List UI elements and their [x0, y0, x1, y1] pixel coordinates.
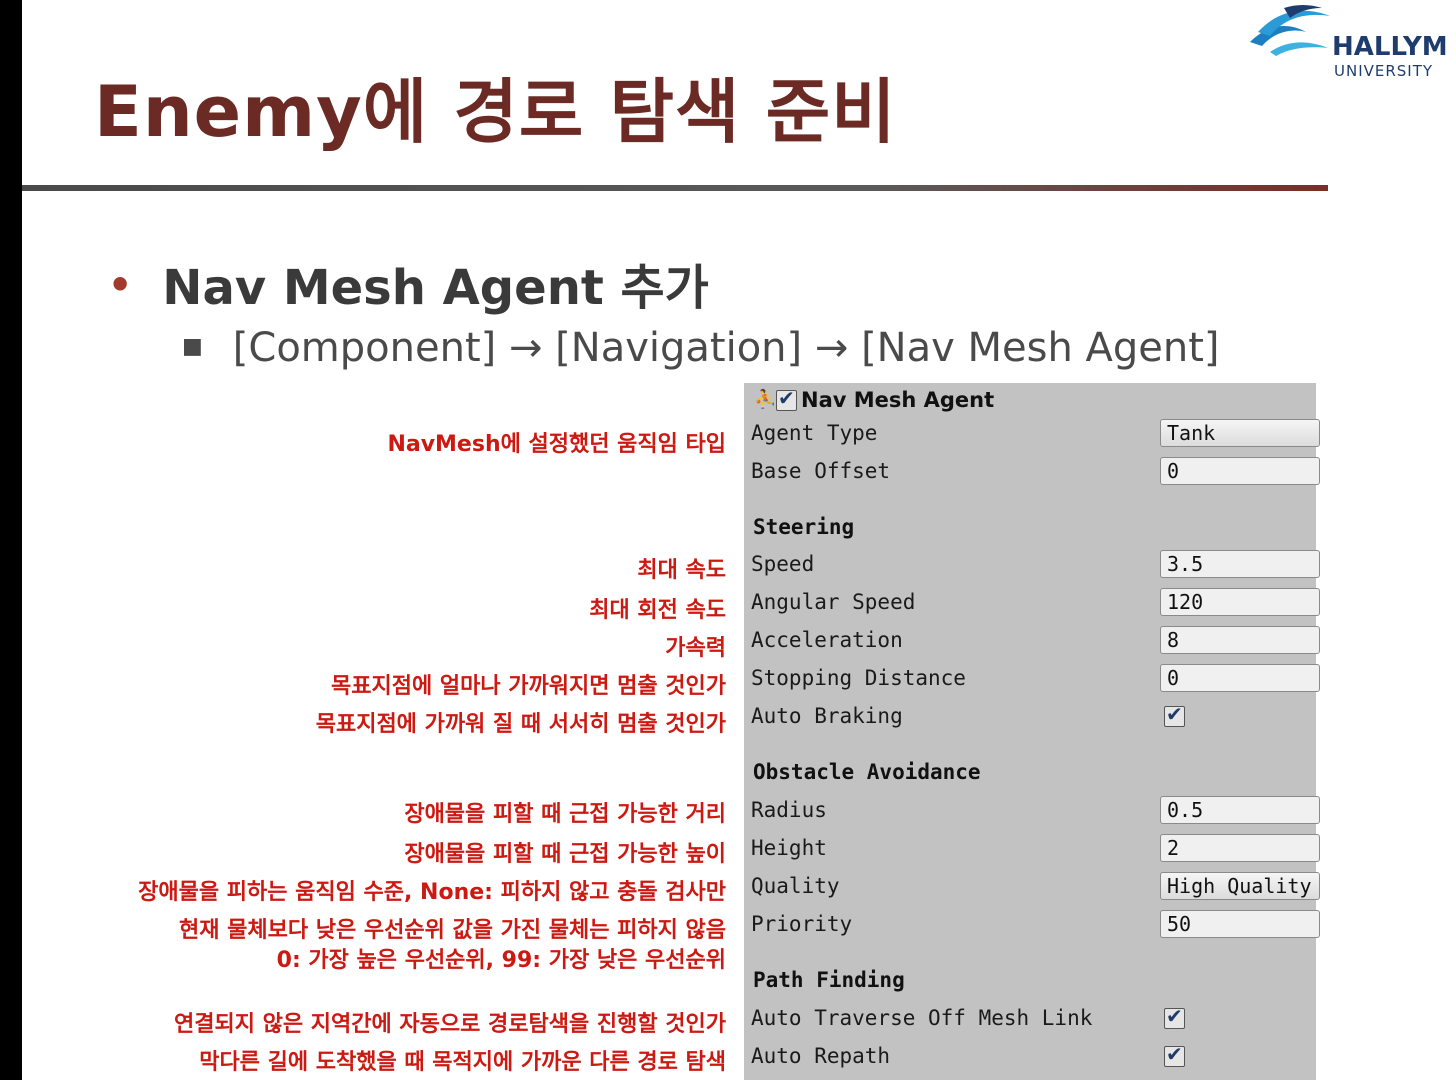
- component-enabled-checkbox[interactable]: [776, 386, 797, 411]
- field-label: Height: [751, 836, 827, 860]
- stopping-distance-input[interactable]: 0: [1160, 664, 1320, 692]
- field-label: Auto Traverse Off Mesh Link: [751, 1006, 1093, 1030]
- bullet-dot-icon: •: [108, 263, 133, 307]
- field-label: Speed: [751, 552, 815, 576]
- auto-repath-checkbox[interactable]: [1164, 1042, 1185, 1067]
- speed-input[interactable]: 3.5: [1160, 550, 1320, 578]
- field-auto-traverse-off-mesh-link: Auto Traverse Off Mesh Link: [744, 1002, 1316, 1038]
- slide-title: Enemy에 경로 탐색 준비: [94, 71, 897, 153]
- field-label: Agent Type: [751, 421, 878, 445]
- field-quality: Quality High Quality: [744, 870, 1320, 906]
- wave-logo-icon: [1250, 5, 1330, 56]
- square-bullet-icon: ■: [182, 334, 203, 359]
- field-label: Auto Repath: [751, 1044, 891, 1068]
- agent-type-dropdown[interactable]: Tank: [1160, 419, 1320, 447]
- annotation-radius: 장애물을 피할 때 근접 가능한 거리: [404, 802, 726, 827]
- field-agent-type: Agent Type Tank: [744, 417, 1320, 453]
- field-label: Stopping Distance: [751, 666, 966, 690]
- field-height: Height 2: [744, 832, 1320, 868]
- bullet-nav-mesh-agent: • Nav Mesh Agent 추가: [108, 248, 709, 318]
- slide: Enemy에 경로 탐색 준비 HALLYM UNIVERSITY • Nav M…: [22, 0, 1456, 1080]
- angular-speed-input[interactable]: 120: [1160, 588, 1320, 616]
- field-auto-repath: Auto Repath: [744, 1040, 1316, 1076]
- component-title: Nav Mesh Agent: [801, 388, 995, 412]
- annotation-auto-repath: 막다른 길에 도착했을 때 목적지에 가까운 다른 경로 탐색: [199, 1050, 726, 1075]
- title-divider: [22, 185, 1328, 191]
- field-label: Radius: [751, 798, 827, 822]
- nav-agent-icon: ⛹: [754, 389, 777, 410]
- annotation-quality: 장애물을 피하는 움직임 수준, None: 피하지 않고 충돌 검사만: [138, 880, 726, 905]
- logo-name: HALLYM: [1332, 32, 1448, 62]
- annotation-angular-speed: 최대 회전 속도: [589, 598, 726, 623]
- sub-bullet-text: [Component] → [Navigation] → [Nav Mesh A…: [232, 325, 1220, 371]
- auto-braking-checkbox[interactable]: [1164, 702, 1185, 727]
- annotation-speed: 최대 속도: [637, 558, 726, 583]
- annotation-height: 장애물을 피할 때 근접 가능한 높이: [404, 842, 726, 867]
- base-offset-input[interactable]: 0: [1160, 457, 1320, 485]
- field-stopping-distance: Stopping Distance 0: [744, 662, 1320, 698]
- field-label: Angular Speed: [751, 590, 916, 614]
- priority-input[interactable]: 50: [1160, 910, 1320, 938]
- field-label: Priority: [751, 912, 853, 936]
- field-base-offset: Base Offset 0: [744, 455, 1320, 491]
- acceleration-input[interactable]: 8: [1160, 626, 1320, 654]
- annotation-agent-type: NavMesh에 설정했던 움직임 타입: [387, 432, 726, 457]
- annotation-stopping-distance: 목표지점에 얼마나 가까워지면 멈출 것인가: [331, 674, 726, 699]
- field-label: Base Offset: [751, 459, 891, 483]
- section-path-finding: Path Finding: [753, 968, 905, 992]
- sub-bullet-menu-path: ■ [Component] → [Navigation] → [Nav Mesh …: [182, 325, 1220, 371]
- nav-mesh-agent-inspector: ⛹ Nav Mesh Agent Agent Type Tank Base Of…: [744, 383, 1320, 1080]
- university-logo: HALLYM UNIVERSITY: [1244, 2, 1456, 86]
- radius-input[interactable]: 0.5: [1160, 796, 1320, 824]
- annotation-priority-range: 0: 가장 높은 우선순위, 99: 가장 낮은 우선순위: [276, 948, 726, 973]
- field-label: Auto Braking: [751, 704, 903, 728]
- logo-subtitle: UNIVERSITY: [1334, 62, 1434, 80]
- field-label: Quality: [751, 874, 840, 898]
- field-label: Acceleration: [751, 628, 903, 652]
- annotation-auto-traverse: 연결되지 않은 지역간에 자동으로 경로탐색을 진행할 것인가: [174, 1012, 726, 1037]
- field-auto-braking: Auto Braking: [744, 700, 1316, 736]
- annotation-auto-braking: 목표지점에 가까워 질 때 서서히 멈출 것인가: [315, 712, 726, 737]
- bullet-text: Nav Mesh Agent 추가: [162, 260, 709, 316]
- auto-traverse-checkbox[interactable]: [1164, 1004, 1185, 1029]
- height-input[interactable]: 2: [1160, 834, 1320, 862]
- annotation-acceleration: 가속력: [665, 636, 726, 661]
- component-header[interactable]: ⛹ Nav Mesh Agent: [754, 385, 994, 415]
- field-angular-speed: Angular Speed 120: [744, 586, 1320, 622]
- section-obstacle-avoidance: Obstacle Avoidance: [753, 760, 981, 784]
- field-acceleration: Acceleration 8: [744, 624, 1320, 660]
- annotation-priority: 현재 물체보다 낮은 우선순위 값을 가진 물체는 피하지 않음: [178, 918, 726, 943]
- field-speed: Speed 3.5: [744, 548, 1320, 584]
- field-radius: Radius 0.5: [744, 794, 1320, 830]
- section-steering: Steering: [753, 515, 855, 539]
- field-priority: Priority 50: [744, 908, 1320, 944]
- quality-dropdown[interactable]: High Quality: [1160, 872, 1320, 900]
